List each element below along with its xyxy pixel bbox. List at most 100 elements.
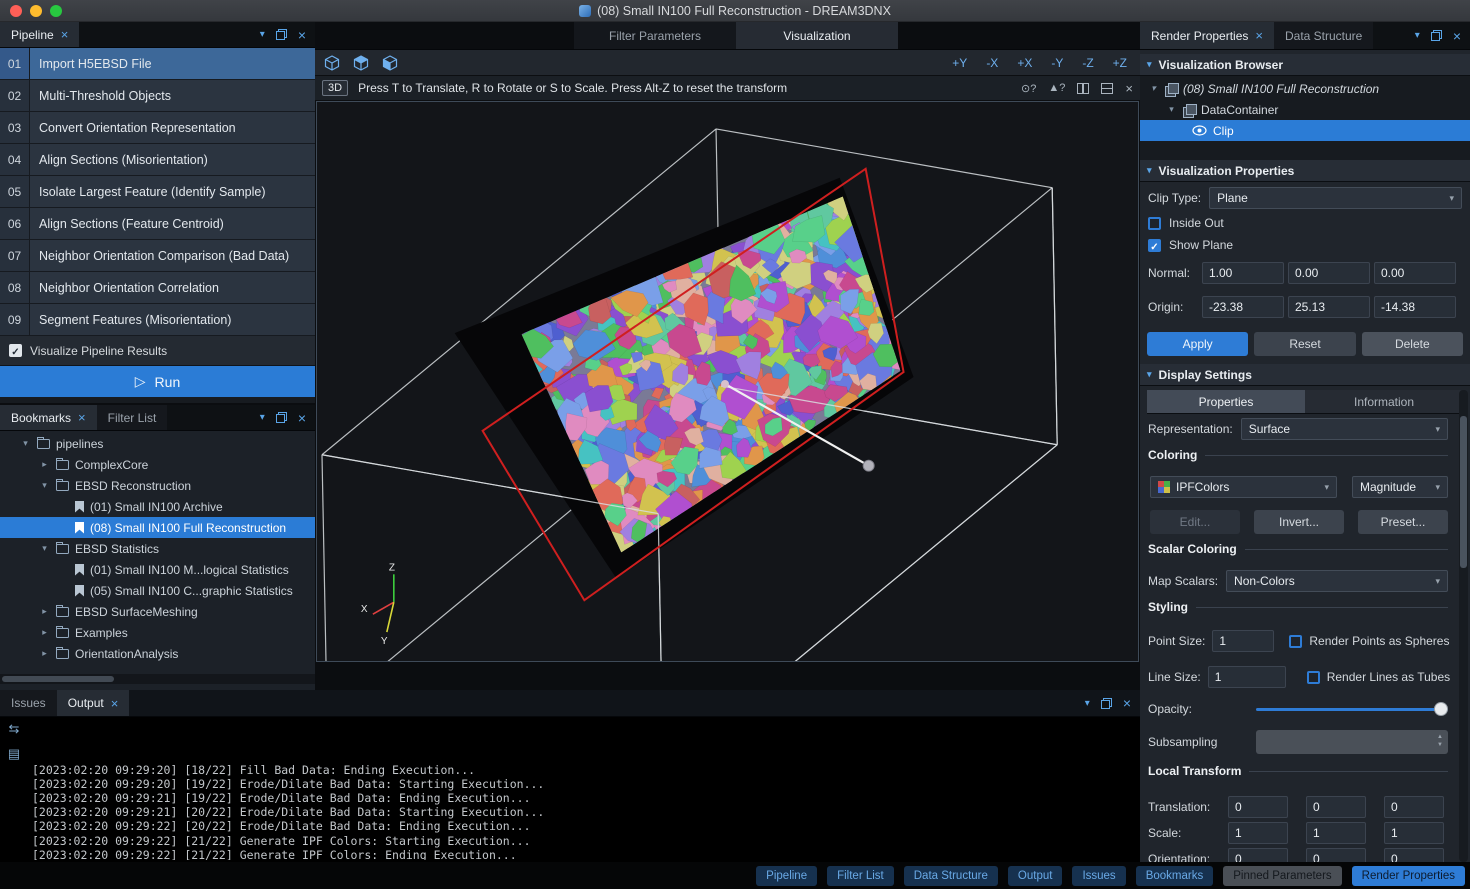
panel-toggle-button[interactable]: Bookmarks [1136,866,1214,886]
origin-y-field[interactable] [1288,296,1370,318]
close-window-button[interactable] [10,5,22,17]
bookmark-tree-item[interactable]: ▸ EBSD SurfaceMeshing [0,601,315,622]
bookmark-tree-item[interactable]: (08) Small IN100 Full Reconstruction [0,517,315,538]
bookmark-tree-item[interactable]: (01) Small IN100 M...logical Statistics [0,559,315,580]
point-size-field[interactable] [1212,630,1274,652]
bookmark-tree-item[interactable]: ▸ ComplexCore [0,454,315,475]
bookmarks-close-icon[interactable]: × [298,411,306,425]
show-plane-checkbox[interactable] [1148,239,1161,252]
spinner-down-icon[interactable]: ▼ [1437,741,1443,749]
split-vertical-icon[interactable] [1077,83,1089,94]
bookmark-tree-item[interactable]: (05) Small IN100 C...graphic Statistics [0,580,315,601]
tab-issues[interactable]: Issues [0,690,57,716]
bookmark-tree-item[interactable]: ▸ OrientationAnalysis [0,643,315,664]
color-array-dropdown[interactable]: IPFColors ▾ [1150,476,1337,498]
wrap-lines-icon[interactable]: ⇆ [9,721,20,737]
translation-x-field[interactable] [1228,796,1288,818]
3d-scene[interactable]: ZXY [317,102,1138,661]
save-output-icon[interactable]: ▤ [8,746,20,762]
visualization-browser-header[interactable]: ▾ Visualization Browser [1140,54,1470,76]
pick-tool-icon[interactable]: ▲? [1048,82,1065,94]
camera-preset-button[interactable]: -Y [1051,56,1063,70]
camera-preset-button[interactable]: -X [986,56,998,70]
bookmark-tree-item[interactable]: ▸ Examples [0,622,315,643]
pipeline-filter-row[interactable]: 07 Neighbor Orientation Comparison (Bad … [0,240,315,272]
pipeline-float-icon[interactable] [276,29,287,40]
subsampling-spinner[interactable]: ▲▼ [1256,730,1448,754]
pipeline-filter-row[interactable]: 02 Multi-Threshold Objects [0,80,315,112]
tree-expander-icon[interactable]: ▾ [39,480,50,491]
scale-x-field[interactable] [1228,822,1288,844]
tab-visualization[interactable]: Visualization [736,22,898,49]
camera-preset-button[interactable]: +X [1017,56,1032,70]
scale-z-field[interactable] [1384,822,1444,844]
close-render-properties-tab-icon[interactable]: × [1255,29,1263,42]
edit-colors-button[interactable]: Edit... [1150,510,1240,534]
map-scalars-dropdown[interactable]: Non-Colors ▾ [1226,570,1448,592]
tab-filter-list[interactable]: Filter List [97,405,168,430]
panel-toggle-button[interactable]: Filter List [827,866,894,886]
component-dropdown[interactable]: Magnitude ▾ [1352,476,1448,498]
opacity-slider[interactable] [1256,698,1448,720]
spinner-up-icon[interactable]: ▲ [1437,733,1443,741]
camera-preset-button[interactable]: +Z [1113,56,1127,70]
run-pipeline-button[interactable]: ▷ Run [0,366,315,397]
tree-expander-icon[interactable]: ▾ [1166,104,1177,115]
tree-expander-icon[interactable]: ▸ [39,648,50,659]
zoom-window-button[interactable] [50,5,62,17]
tree-expander-icon[interactable]: ▾ [1148,83,1159,94]
bookmark-tree-item[interactable]: ▾ pipelines [0,433,315,454]
inside-out-checkbox[interactable] [1148,217,1161,230]
normal-y-field[interactable] [1288,262,1370,284]
panel-toggle-button[interactable]: Render Properties [1352,866,1465,886]
output-close-icon[interactable]: × [1123,696,1131,710]
panel-toggle-button[interactable]: Pipeline [756,866,817,886]
tab-output[interactable]: Output × [57,690,130,716]
scrollbar-thumb[interactable] [2,676,114,682]
tab-bookmarks[interactable]: Bookmarks × [0,405,97,430]
line-size-field[interactable] [1208,666,1286,688]
tab-data-structure[interactable]: Data Structure [1274,22,1373,49]
tree-expander-icon[interactable]: ▸ [39,606,50,617]
preset-colors-button[interactable]: Preset... [1358,510,1448,534]
cube-outline-icon[interactable] [324,55,340,71]
panel-toggle-button[interactable]: Pinned Parameters [1223,866,1341,886]
tab-pipeline[interactable]: Pipeline × [0,22,79,47]
visualize-results-checkbox[interactable] [9,344,22,357]
render-panel-float-icon[interactable] [1431,30,1442,41]
bookmarks-menu-caret-icon[interactable]: ▾ [260,412,265,423]
close-output-tab-icon[interactable]: × [111,697,119,710]
pipeline-close-icon[interactable]: × [298,28,306,42]
display-settings-header[interactable]: ▾ Display Settings [1140,364,1470,386]
close-bookmarks-tab-icon[interactable]: × [78,411,86,424]
camera-preset-button[interactable]: +Y [952,56,967,70]
output-menu-caret-icon[interactable]: ▾ [1085,698,1090,709]
output-float-icon[interactable] [1101,698,1112,709]
lines-as-tubes-checkbox[interactable] [1307,671,1320,684]
pipeline-filter-row[interactable]: 09 Segment Features (Misorientation) [0,304,315,336]
pipeline-filter-row[interactable]: 01 Import H5EBSD File [0,48,315,80]
apply-button[interactable]: Apply [1147,332,1248,356]
tab-display-properties[interactable]: Properties [1147,390,1305,414]
delete-button[interactable]: Delete [1362,332,1463,356]
representation-dropdown[interactable]: Surface ▾ [1241,418,1448,440]
render-panel-close-icon[interactable]: × [1453,29,1461,43]
bookmarks-horizontal-scrollbar[interactable] [0,674,315,684]
browser-clip-item[interactable]: Clip [1140,120,1470,141]
invert-colors-button[interactable]: Invert... [1254,510,1344,534]
scrollbar-thumb[interactable] [1460,416,1467,568]
bookmark-tree-item[interactable]: ▾ EBSD Reconstruction [0,475,315,496]
browser-pipeline-item[interactable]: ▾ (08) Small IN100 Full Reconstruction [1140,78,1470,99]
tree-expander-icon[interactable]: ▾ [39,543,50,554]
render-panel-scrollbar[interactable] [1459,390,1468,862]
pipeline-filter-row[interactable]: 08 Neighbor Orientation Correlation [0,272,315,304]
bookmark-tree-item[interactable]: ▾ EBSD Statistics [0,538,315,559]
pipeline-filter-row[interactable]: 03 Convert Orientation Representation [0,112,315,144]
tab-display-information[interactable]: Information [1305,390,1463,414]
browser-datacontainer-item[interactable]: ▾ DataContainer [1140,99,1470,120]
clip-type-dropdown[interactable]: Plane ▾ [1209,187,1462,209]
tree-expander-icon[interactable]: ▸ [39,459,50,470]
origin-z-field[interactable] [1374,296,1456,318]
split-horizontal-icon[interactable] [1101,83,1113,94]
probe-tool-icon[interactable]: ⊙? [1021,82,1036,95]
